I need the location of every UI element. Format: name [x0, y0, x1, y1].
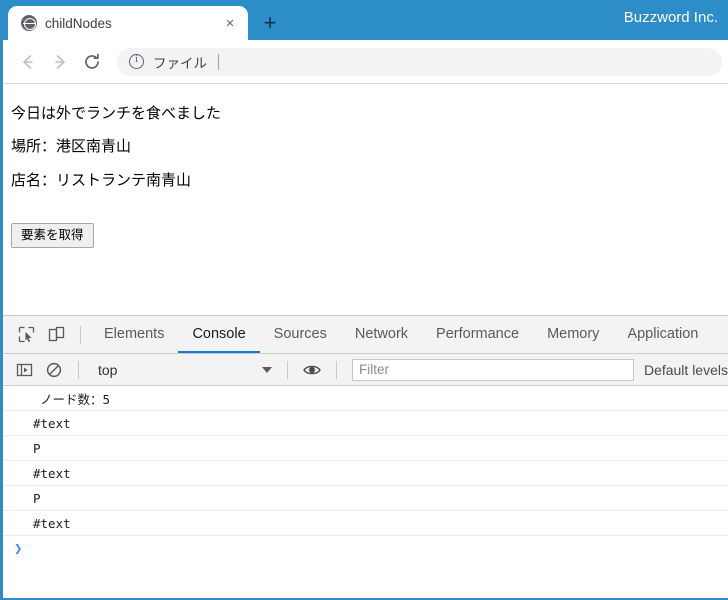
prompt-caret-icon: ❯: [14, 540, 23, 557]
console-toolbar: top Default levels: [3, 354, 728, 386]
reload-button[interactable]: [77, 47, 107, 77]
console-prompt[interactable]: ❯: [3, 536, 728, 561]
console-log-entry: ノード数：5: [3, 386, 728, 411]
clear-console-icon: [46, 362, 62, 377]
console-toolbar-divider: [336, 360, 337, 379]
page-paragraph: 場所：港区南青山: [11, 138, 132, 156]
clear-console-button[interactable]: [39, 356, 69, 384]
browser-tab[interactable]: childNodes ×: [8, 6, 248, 40]
console-log-levels-selector[interactable]: Default levels: [644, 362, 728, 378]
back-button[interactable]: [13, 47, 43, 77]
console-filter-input[interactable]: [352, 358, 634, 381]
tab-network[interactable]: Network: [341, 316, 422, 353]
console-log-entry: #text: [3, 461, 728, 486]
devtools-tabbar: Elements Console Sources Network Perform…: [3, 316, 728, 354]
console-log-entry: P: [3, 486, 728, 511]
info-icon[interactable]: [129, 53, 144, 69]
window-brand-title: Buzzword Inc.: [623, 9, 718, 26]
toolbar-divider: [80, 325, 81, 344]
address-bar-cursor: [218, 53, 219, 70]
arrow-left-icon: [23, 54, 33, 69]
console-sidebar-button[interactable]: [9, 356, 39, 384]
tab-strip: childNodes × + Buzzword Inc.: [3, 0, 728, 40]
console-output: ノード数：5 #text P #text P #text ❯: [3, 386, 728, 598]
arrow-right-icon: [55, 54, 65, 69]
reload-icon: [85, 53, 99, 69]
forward-button[interactable]: [45, 47, 75, 77]
tab-application[interactable]: Application: [613, 316, 712, 353]
live-expression-button[interactable]: [297, 356, 327, 384]
devtools-panel: Elements Console Sources Network Perform…: [3, 316, 728, 598]
console-log-entry: #text: [3, 511, 728, 536]
tab-elements[interactable]: Elements: [90, 316, 178, 353]
console-context-value: top: [98, 361, 118, 378]
close-icon[interactable]: ×: [220, 13, 240, 33]
tab-performance[interactable]: Performance: [422, 316, 533, 353]
console-toolbar-divider: [78, 360, 79, 379]
new-tab-button[interactable]: +: [254, 8, 286, 38]
tab-memory[interactable]: Memory: [533, 316, 613, 353]
browser-window: childNodes × + Buzzword Inc. i ファイル 今日は外…: [0, 0, 728, 600]
globe-icon: [21, 15, 37, 31]
tab-console[interactable]: Console: [178, 316, 260, 353]
console-context-selector[interactable]: top: [88, 358, 278, 382]
tab-title: childNodes: [45, 15, 112, 31]
page-paragraph: 店名：リストランテ南青山: [11, 171, 192, 189]
inspect-element-button[interactable]: [11, 321, 41, 349]
console-log-entry: P: [3, 436, 728, 461]
device-toolbar-button[interactable]: [41, 321, 71, 349]
console-toolbar-divider: [287, 360, 288, 379]
address-bar[interactable]: ファイル: [117, 47, 722, 76]
chevron-down-icon: [262, 366, 272, 373]
device-toolbar-icon: [48, 326, 64, 342]
browser-toolbar: ファイル: [3, 40, 728, 84]
page-viewport: 今日は外でランチを食べました 場所：港区南青山 店名：リストランテ南青山 要素を…: [3, 84, 728, 316]
get-element-button[interactable]: 要素を取得: [11, 222, 94, 249]
address-bar-text: ファイル: [153, 55, 207, 71]
console-log-entry: #text: [3, 411, 728, 436]
page-paragraph: 今日は外でランチを食べました: [11, 105, 222, 122]
console-sidebar-icon: [16, 363, 32, 376]
tab-sources[interactable]: Sources: [260, 316, 341, 353]
live-expression-eye-icon: [303, 365, 321, 374]
inspect-element-icon: [18, 326, 34, 343]
